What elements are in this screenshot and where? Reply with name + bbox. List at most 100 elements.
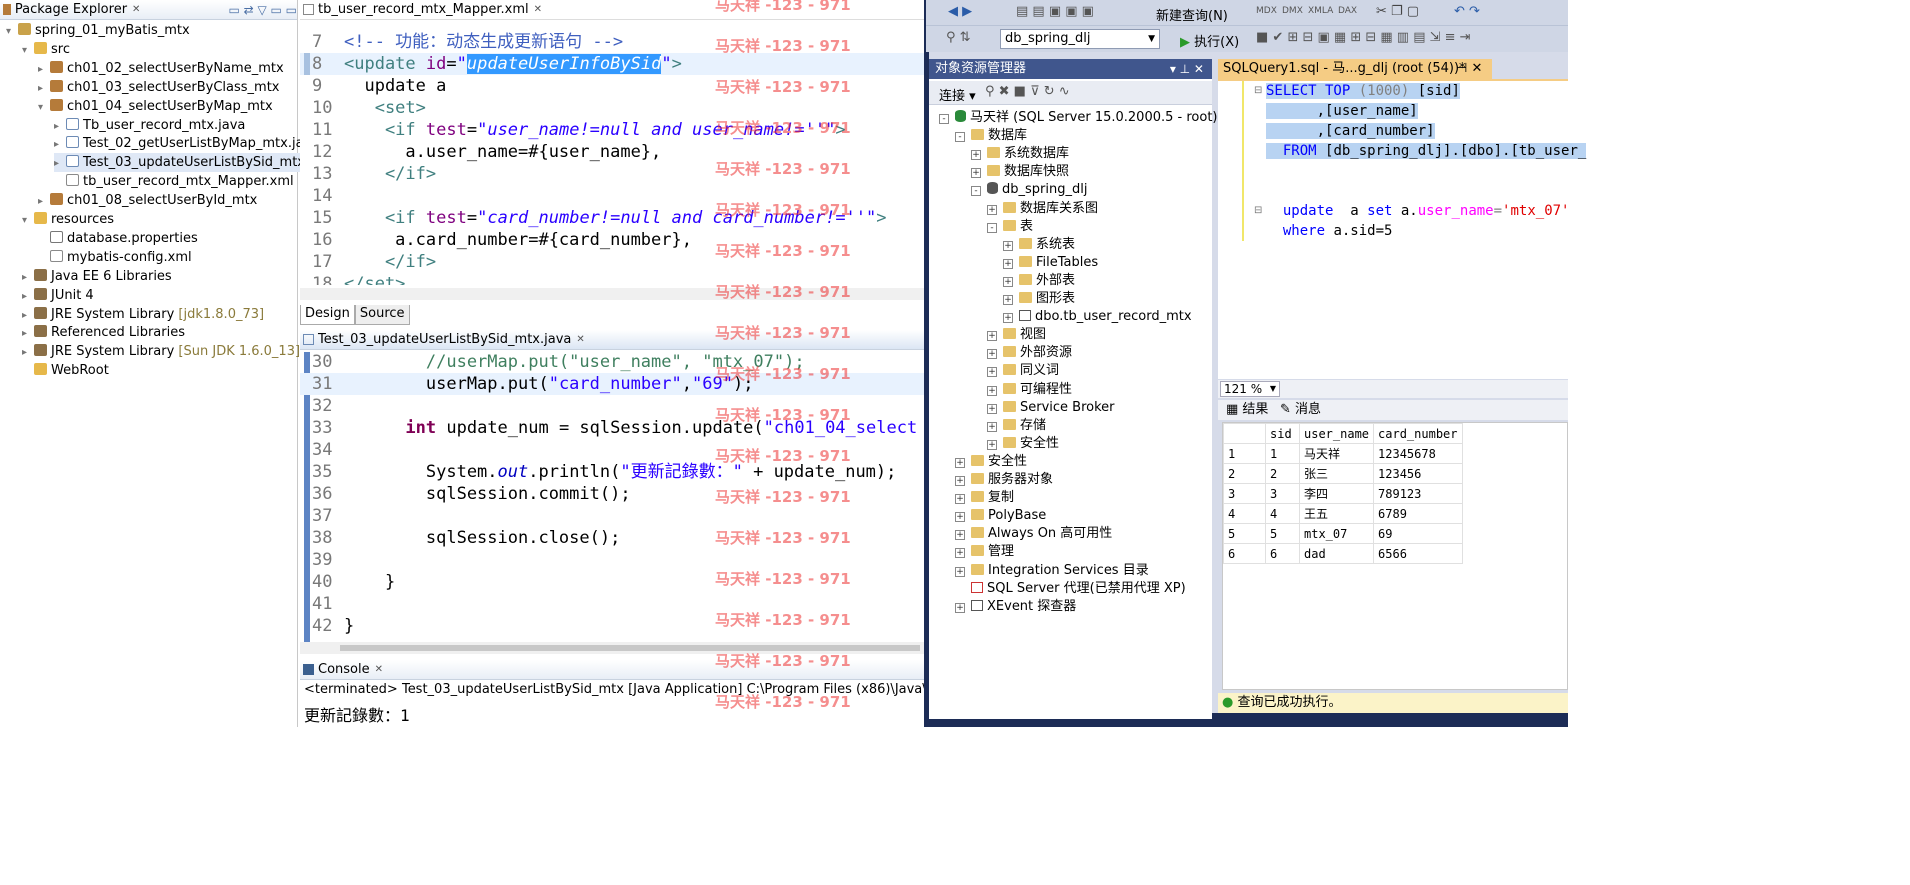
expand-toggle-icon[interactable]: + [987,349,997,360]
collapse-icon[interactable]: ⊟ [1254,205,1262,216]
mdx-query-button[interactable]: MDX [1256,6,1277,16]
close-icon[interactable]: ✕ [576,334,584,345]
oe-node[interactable]: + 外部表 [1003,272,1075,290]
table-cell[interactable]: 12345678 [1373,443,1463,464]
tree-item[interactable]: database.properties [38,229,198,248]
expand-toggle-icon[interactable]: - [971,186,981,197]
dax-query-button[interactable]: DAX [1338,6,1357,16]
expand-toggle-icon[interactable]: ▸ [54,135,66,154]
oe-node[interactable]: + FileTables [1003,254,1098,272]
table-cell[interactable]: 6789 [1373,503,1463,524]
row-number[interactable]: 2 [1223,463,1266,484]
tree-item[interactable]: ▸ JRE System Library [Sun JDK 1.6.0_13] [22,342,300,361]
column-header[interactable]: user_name [1298,423,1375,444]
close-icon[interactable]: ✕ [375,664,383,675]
tree-item[interactable]: ▸ JUnit 4 [22,286,94,305]
expand-toggle-icon[interactable]: + [1003,258,1013,269]
oe-node[interactable]: + 安全性 [987,435,1059,453]
tab-design[interactable]: Design [300,305,355,325]
table-row[interactable]: 4 4 王五 6789 [1223,503,1463,524]
row-number[interactable]: 3 [1223,483,1266,504]
expand-toggle-icon[interactable]: + [955,566,965,577]
connect-icon[interactable]: ⚲ ⇅ [946,30,971,45]
expand-toggle-icon[interactable]: + [955,548,965,559]
tree-item[interactable]: ▾ spring_01_myBatis_mtx [6,21,190,40]
table-row[interactable]: 1 1 马天祥 12345678 [1223,443,1463,464]
tree-item[interactable]: ▾ resources [22,210,114,229]
tree-item[interactable]: ▸ JRE System Library [jdk1.8.0_73] [22,305,264,324]
oe-node[interactable]: -表 [987,218,1033,236]
table-cell[interactable]: 3 [1265,483,1300,504]
back-forward-icons[interactable]: ◀ ▶ [948,4,972,19]
expand-toggle-icon[interactable]: - [955,132,965,143]
row-number[interactable]: 4 [1223,503,1266,524]
expand-toggle-icon[interactable]: + [987,403,997,414]
collapse-icon[interactable]: ⊟ [1254,85,1262,96]
java-editor[interactable]: Test_03_updateUserListBySid_mtx.java ✕ 3… [300,330,924,658]
expand-toggle-icon[interactable]: ▸ [22,306,34,325]
expand-toggle-icon[interactable]: + [955,457,965,468]
expand-toggle-icon[interactable]: ▸ [54,154,66,173]
table-row[interactable]: 2 2 张三 123456 [1223,463,1463,484]
expand-toggle-icon[interactable]: ▸ [22,287,34,306]
expand-toggle-icon[interactable]: + [955,476,965,486]
tree-item[interactable]: tb_user_record_mtx_Mapper.xml [54,172,294,191]
expand-toggle-icon[interactable]: + [1003,295,1013,305]
pin-close-icons[interactable]: ⊣ ✕ [1456,59,1482,79]
execute-button[interactable]: ▶ 执行(X) [1180,31,1239,50]
expand-toggle-icon[interactable]: ▾ [22,41,34,60]
expand-toggle-icon[interactable]: + [1003,276,1013,287]
expand-toggle-icon[interactable]: + [987,421,997,432]
expand-toggle-icon[interactable]: ▾ [6,22,18,41]
expand-toggle-icon[interactable]: + [987,385,997,396]
new-query-button[interactable]: 新建查询(N) [1156,5,1228,24]
table-cell[interactable]: 1 [1265,443,1300,464]
close-icon[interactable]: ✕ [534,4,542,15]
expand-toggle-icon[interactable]: ▸ [22,343,34,362]
expand-toggle-icon[interactable]: - [939,114,949,124]
table-cell[interactable]: 2 [1265,463,1300,484]
zoom-selector[interactable]: 121 % ▼ [1220,381,1280,397]
expand-toggle-icon[interactable]: + [955,530,965,541]
table-cell[interactable]: 123456 [1373,463,1463,484]
xmla-query-button[interactable]: XMLA [1308,6,1333,16]
expand-toggle-icon[interactable]: ▸ [54,117,66,136]
tab-results[interactable]: ▦ 结果 [1226,400,1268,420]
connect-dropdown[interactable]: 连接 ▾ [939,85,976,104]
tree-item[interactable]: ▾ src [22,40,70,59]
tab-source[interactable]: Source [354,305,410,325]
table-cell[interactable]: 4 [1265,503,1300,524]
console-tab[interactable]: Console ✕ [300,660,924,680]
oe-node[interactable]: + 系统表 [1003,236,1075,254]
table-row[interactable]: 5 5 mtx_07 69 [1223,523,1463,544]
expand-toggle-icon[interactable]: + [987,367,997,378]
package-explorer-tab[interactable]: Package Explorer ✕ ▭ ⇄ ▽ ▭ ▭ [0,0,297,20]
row-number[interactable]: 6 [1223,543,1266,564]
oe-node[interactable]: + 复制 [955,489,1014,507]
tree-item[interactable]: ▸ ch01_02_selectUserByName_mtx [38,59,284,78]
expand-toggle-icon[interactable]: - [987,222,997,233]
expand-toggle-icon[interactable]: ▾ [38,98,50,117]
oe-node[interactable]: - db_spring_dlj [971,181,1087,199]
oe-node[interactable]: + 数据库快照 [971,163,1069,181]
row-number[interactable]: 1 [1223,443,1266,464]
tree-item[interactable]: ▸ ch01_08_selectUserById_mtx [38,191,257,210]
oe-node[interactable]: + PolyBase [955,507,1046,525]
table-cell[interactable]: 张三 [1298,463,1375,484]
oe-node[interactable]: + 同义词 [987,362,1059,380]
expand-toggle-icon[interactable]: ▸ [22,324,34,343]
expand-toggle-icon[interactable]: + [971,150,981,161]
column-header[interactable]: sid [1265,423,1300,444]
oe-node[interactable]: - 数据库 [955,127,1027,145]
tree-item[interactable]: ▸ ch01_03_selectUserByClass_mtx [38,78,280,97]
horizontal-scrollbar[interactable] [300,642,924,654]
table-row[interactable]: 6 6 dad 6566 [1223,543,1463,564]
expand-toggle-icon[interactable]: + [1003,313,1013,324]
tree-item[interactable]: ▸ Java EE 6 Libraries [22,267,172,286]
table-cell[interactable]: 6 [1265,543,1300,564]
expand-toggle-icon[interactable]: + [987,439,997,450]
oe-node[interactable]: + Always On 高可用性 [955,525,1112,543]
expand-toggle-icon[interactable]: + [1003,240,1013,251]
cut-copy-paste-icons[interactable]: ✂ ❐ ▢ [1376,4,1419,19]
row-number[interactable]: 5 [1223,523,1266,544]
